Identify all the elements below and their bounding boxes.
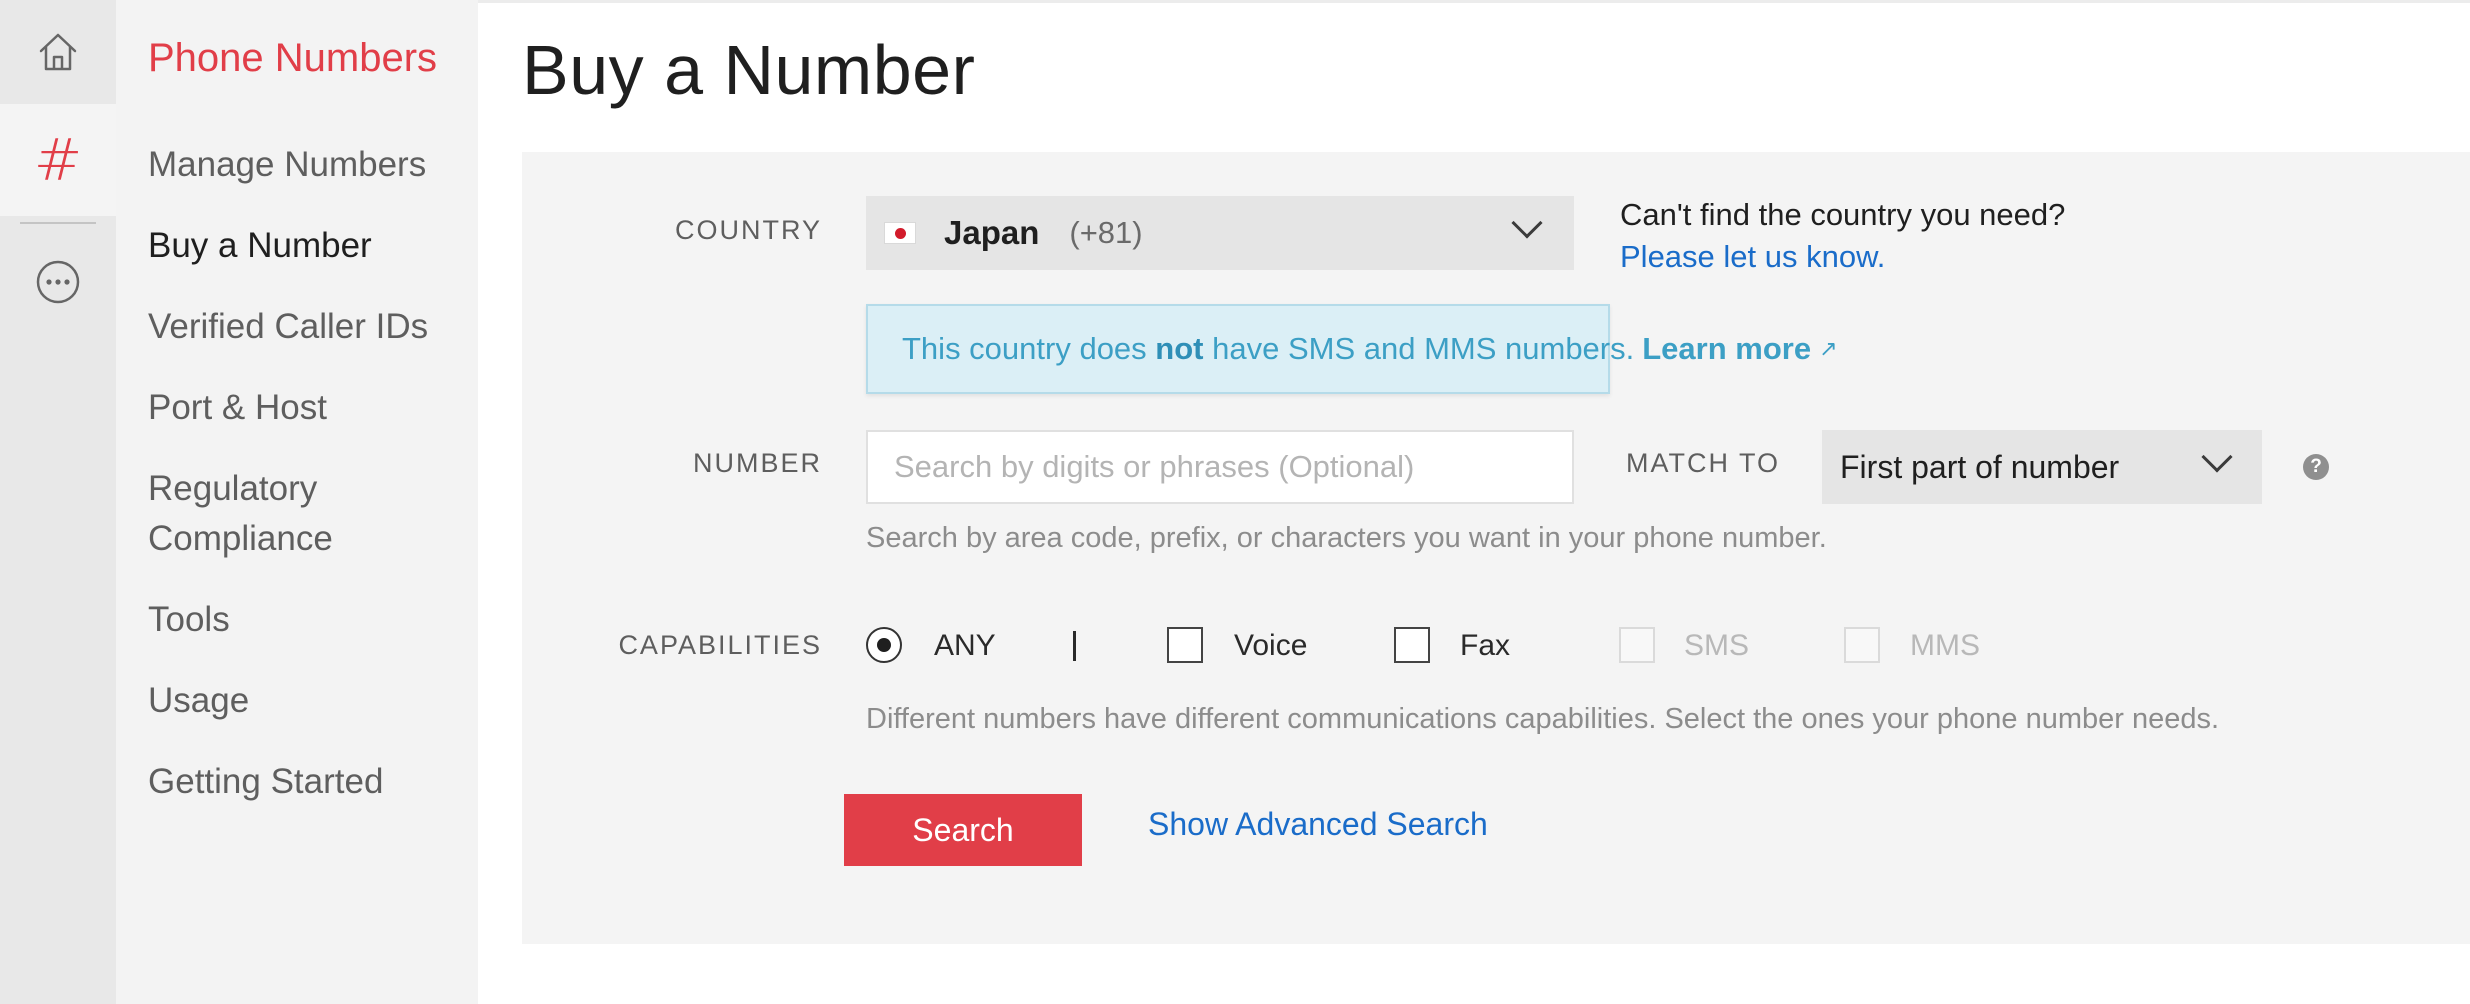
any-radio[interactable] xyxy=(866,627,902,663)
sms-mms-notice: This country does not have SMS and MMS n… xyxy=(866,304,1838,394)
voice-checkbox-label: Voice xyxy=(1234,629,1308,662)
match-to-selected: First part of number xyxy=(1840,448,2120,485)
sidebar-nav: Manage Numbers Buy a Number Verified Cal… xyxy=(148,140,468,838)
icon-rail: # xyxy=(0,0,116,1004)
number-search-input[interactable] xyxy=(866,430,1574,504)
chevron-down-icon xyxy=(2201,441,2233,473)
mms-checkbox-label: MMS xyxy=(1910,629,1980,662)
fax-checkbox-label: Fax xyxy=(1460,629,1511,662)
mms-checkbox xyxy=(1844,627,1880,663)
top-divider xyxy=(478,0,2470,3)
match-to-select[interactable]: First part of number xyxy=(1822,430,2262,504)
notice-emphasis: not xyxy=(1155,331,1204,366)
country-select-name: Japan xyxy=(944,214,1040,251)
chevron-down-icon xyxy=(1511,207,1543,239)
sidebar-item-usage[interactable]: Usage xyxy=(148,676,468,726)
more-nav-button[interactable] xyxy=(0,236,116,328)
sidebar-item-getting-started[interactable]: Getting Started xyxy=(148,757,468,807)
learn-more-link[interactable]: Learn more xyxy=(1642,331,1811,367)
any-radio-label: ANY xyxy=(934,629,996,662)
country-select-code: (+81) xyxy=(1069,215,1143,250)
sidebar-heading[interactable]: Phone Numbers xyxy=(148,36,437,81)
sidebar-item-manage-numbers[interactable]: Manage Numbers xyxy=(148,140,468,190)
home-icon xyxy=(39,33,77,71)
home-nav-button[interactable] xyxy=(0,0,116,104)
rail-divider xyxy=(20,222,96,224)
sms-checkbox xyxy=(1619,627,1655,663)
country-select[interactable]: Japan (+81) xyxy=(866,196,1574,270)
voice-checkbox[interactable] xyxy=(1167,627,1203,663)
number-hint: Search by area code, prefix, or characte… xyxy=(866,522,1827,554)
hash-icon: # xyxy=(33,126,83,194)
show-advanced-search-link[interactable]: Show Advanced Search xyxy=(1148,806,1488,843)
capabilities-separator xyxy=(1073,631,1076,661)
japan-flag-icon xyxy=(884,222,916,244)
search-button[interactable]: Search xyxy=(844,794,1082,866)
external-link-icon: ↗ xyxy=(1819,336,1838,361)
capabilities-hint: Different numbers have different communi… xyxy=(866,703,2220,735)
country-help-link[interactable]: Please let us know. xyxy=(1620,236,1885,278)
sidebar-item-buy-a-number[interactable]: Buy a Number xyxy=(148,221,468,271)
help-icon[interactable]: ? xyxy=(2303,454,2329,480)
fax-checkbox[interactable] xyxy=(1394,627,1430,663)
match-to-label: MATCH TO xyxy=(1626,448,1781,478)
notice-prefix: This country does xyxy=(902,331,1156,366)
capabilities-label: CAPABILITIES xyxy=(618,630,822,660)
number-label: NUMBER xyxy=(692,448,822,478)
page-title: Buy a Number xyxy=(522,31,976,109)
sidebar: Phone Numbers Manage Numbers Buy a Numbe… xyxy=(116,0,478,1004)
phone-numbers-nav-button[interactable]: # xyxy=(0,104,116,216)
more-icon xyxy=(36,260,80,304)
country-label: COUNTRY xyxy=(674,215,822,245)
notice-suffix: have SMS and MMS numbers. xyxy=(1203,331,1635,366)
country-help-question: Can't find the country you need? xyxy=(1620,197,2066,232)
sidebar-item-regulatory-compliance[interactable]: Regulatory Compliance xyxy=(148,464,468,564)
sidebar-item-verified-caller-ids[interactable]: Verified Caller IDs xyxy=(148,302,468,352)
sms-checkbox-label: SMS xyxy=(1684,629,1750,662)
sidebar-item-tools[interactable]: Tools xyxy=(148,595,468,645)
sidebar-item-port-host[interactable]: Port & Host xyxy=(148,383,468,433)
